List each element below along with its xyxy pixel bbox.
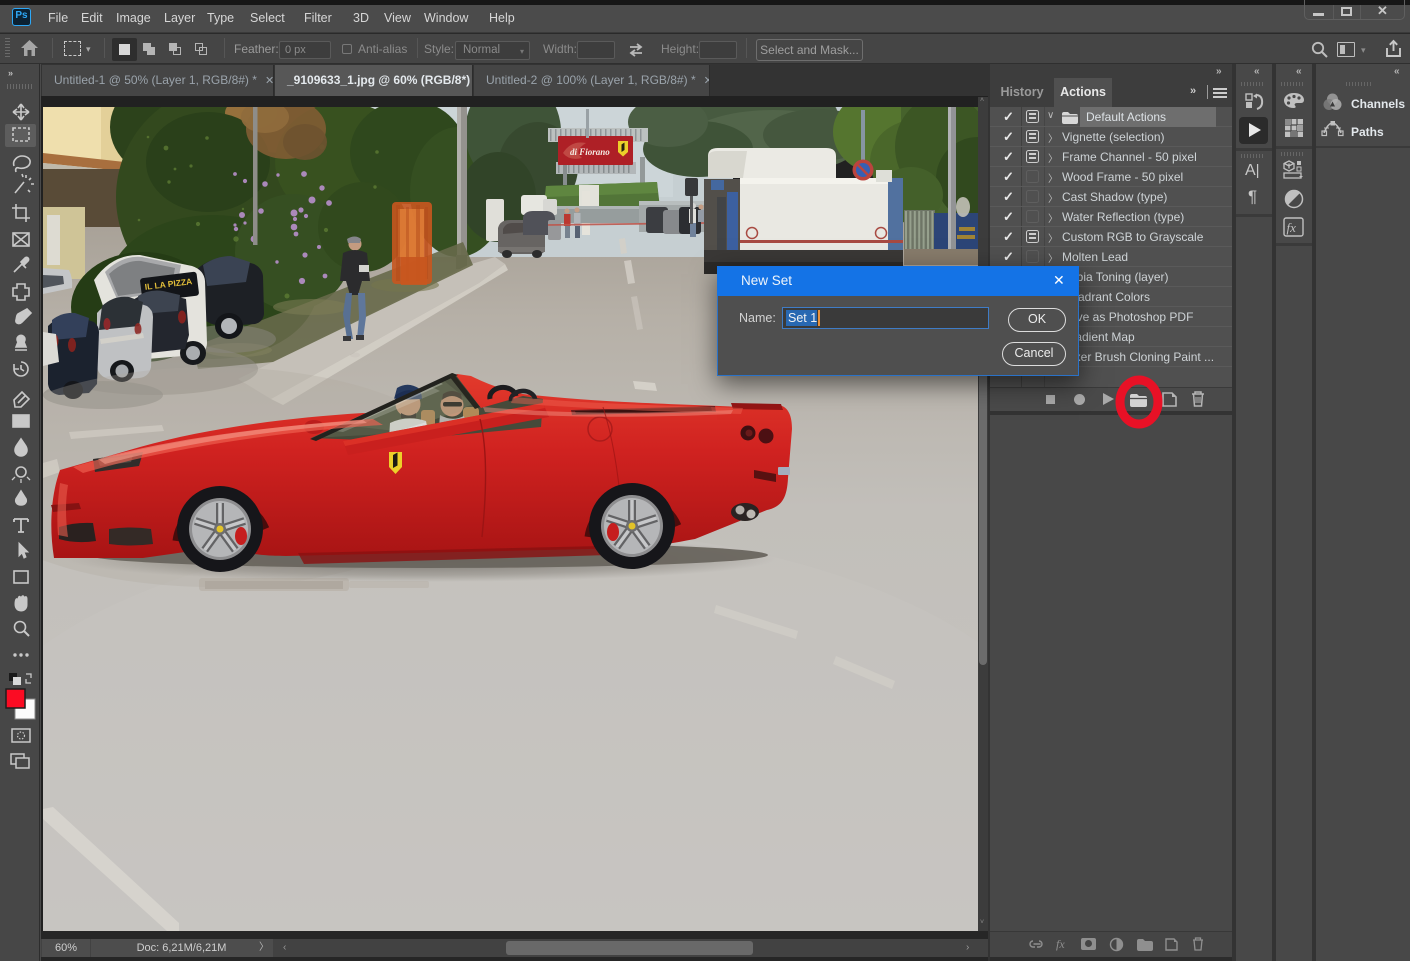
svg-text:fx: fx [1287, 220, 1297, 235]
svg-text:di Fiorano: di Fiorano [570, 147, 610, 157]
